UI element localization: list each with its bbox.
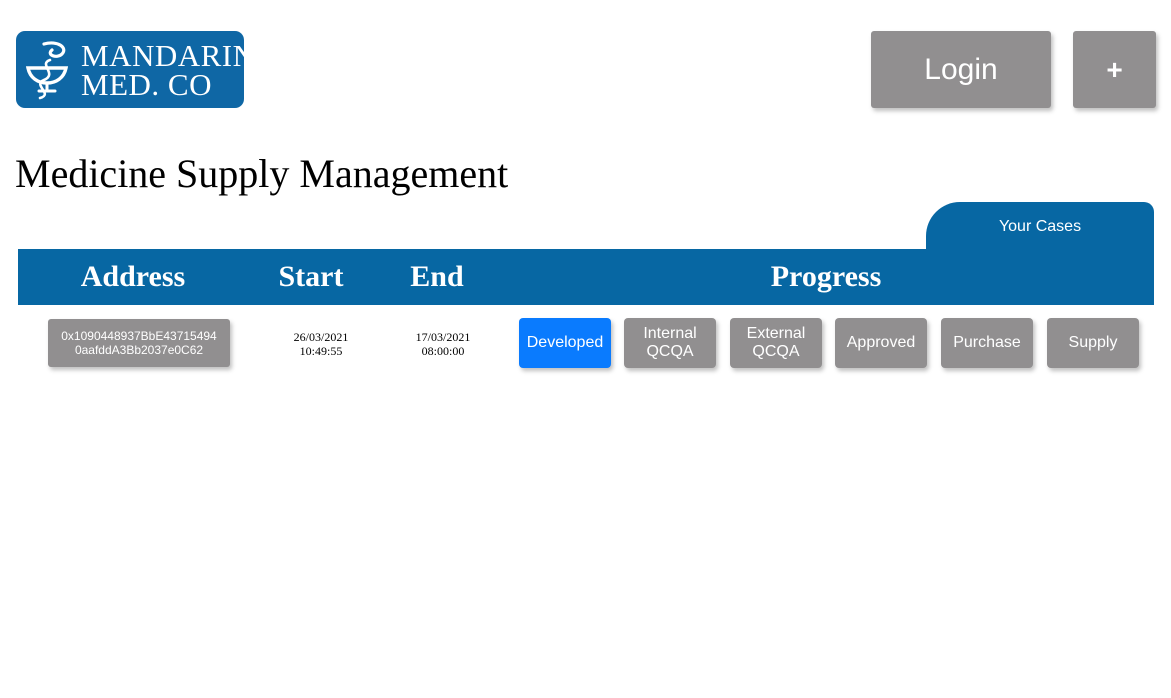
address-line-1: 0x1090448937BbE43715494 [61, 329, 217, 343]
column-header-end: End [410, 260, 464, 293]
progress-step-developed[interactable]: Developed [519, 318, 611, 368]
page-title: Medicine Supply Management [15, 151, 509, 196]
brand-name: MANDARIN MED. CO [81, 37, 256, 102]
end-date: 17/03/2021 [415, 330, 471, 344]
brand-line-1: MANDARIN [81, 37, 256, 73]
start-date: 26/03/2021 [293, 330, 349, 344]
column-header-progress: Progress [770, 260, 882, 293]
end-time: 08:00:00 [421, 344, 465, 358]
progress-step-approved[interactable]: Approved [835, 318, 927, 368]
login-button[interactable]: Login [871, 31, 1051, 108]
table-header: Address Start End Progress [18, 249, 1154, 305]
address-line-2: 0aafddA3Bb2037e0C62 [74, 343, 204, 357]
progress-step-external-qcqa[interactable]: External QCQA [730, 318, 822, 368]
bowl-of-hygieia-icon [25, 40, 69, 99]
start-datetime: 26/03/2021 10:49:55 [271, 330, 371, 358]
progress-step-supply[interactable]: Supply [1047, 318, 1139, 368]
tab-your-cases[interactable]: Your Cases [926, 202, 1154, 250]
brand-logo[interactable]: MANDARIN MED. CO [16, 31, 255, 108]
start-time: 10:49:55 [299, 344, 343, 358]
progress-step-internal-qcqa[interactable]: Internal QCQA [624, 318, 716, 368]
progress-step-purchase[interactable]: Purchase [941, 318, 1033, 368]
column-header-address: Address [80, 260, 186, 293]
brand-line-2: MED. CO [81, 66, 212, 102]
end-datetime: 17/03/2021 08:00:00 [393, 330, 493, 358]
add-button[interactable]: + [1073, 31, 1156, 108]
address-button[interactable]: 0x1090448937BbE43715494 0aafddA3Bb2037e0… [48, 319, 230, 367]
column-header-start: Start [278, 260, 344, 293]
